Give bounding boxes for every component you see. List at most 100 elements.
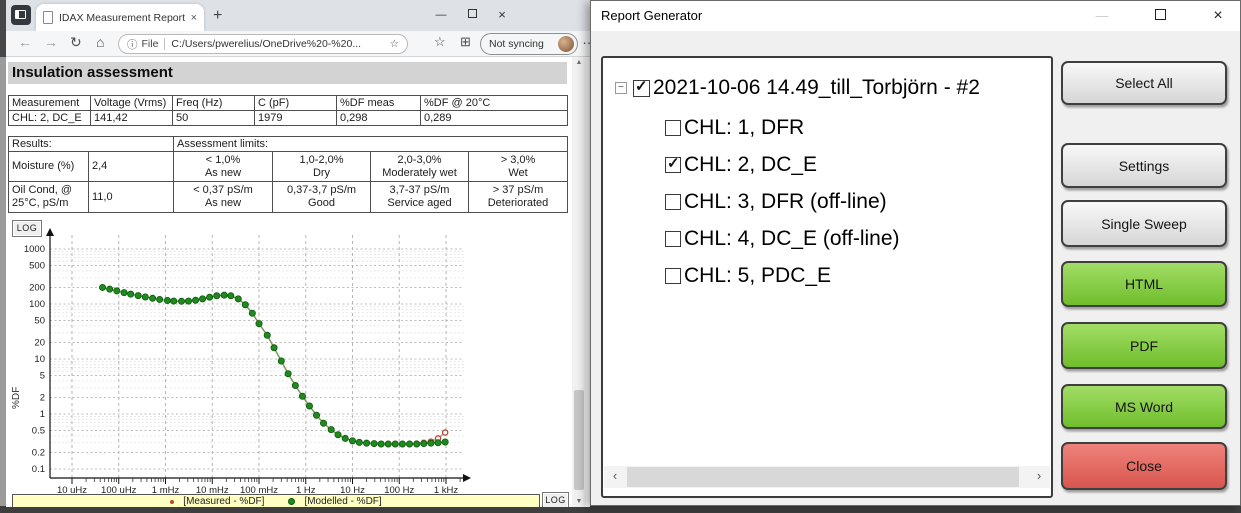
rg-close-button[interactable]: × <box>1207 6 1229 26</box>
collections-icon[interactable]: ⊞ <box>460 34 471 50</box>
browser-tab[interactable]: IDAX Measurement Report × <box>36 4 204 31</box>
tree-item-label: CHL: 5, PDC_E <box>684 264 831 288</box>
modelled-point <box>214 293 220 299</box>
rg-minimize-button[interactable]: — <box>1091 6 1113 26</box>
rg-maximize-button[interactable] <box>1149 6 1171 26</box>
address-bar[interactable]: ⓘ File C:/Users/pwerelius/OneDrive%20-%2… <box>118 34 408 54</box>
results-table: Results: Assessment limits: Moisture (%)… <box>8 136 568 213</box>
modelled-point <box>385 441 391 447</box>
hscrollbar-thumb[interactable] <box>627 467 1019 487</box>
cell-voltage: 141,42 <box>91 111 173 126</box>
tree-item-chl-3[interactable]: CHL: 3, DFR (off-line) <box>665 187 1053 217</box>
ms-word-export-button[interactable]: MS Word <box>1061 384 1227 429</box>
tree-item-label: CHL: 2, DC_E <box>684 153 817 177</box>
y-tick-label: 5 <box>40 371 45 382</box>
back-icon[interactable]: ← <box>18 34 32 50</box>
pdf-export-button[interactable]: PDF <box>1061 322 1227 369</box>
settings-button[interactable]: Settings <box>1061 143 1227 188</box>
modelled-point <box>328 427 334 433</box>
cell-freq: 50 <box>173 111 255 126</box>
scroll-up-icon[interactable]: ▲ <box>572 59 586 66</box>
browser-scrollbar[interactable]: ▲ ▼ <box>572 57 586 507</box>
limits-label: Assessment limits: <box>174 137 568 152</box>
browser-window: IDAX Measurement Report × + — × ← → ↻ ⌂ … <box>6 0 590 507</box>
tree-item-chl-4[interactable]: CHL: 4, DC_E (off-line) <box>665 224 1053 254</box>
modelled-point <box>306 403 312 409</box>
table-header-row: Results: Assessment limits: <box>9 137 568 152</box>
tree-item-checkbox[interactable] <box>665 120 681 136</box>
table-row: CHL: 2, DC_E 141,42 50 1979 0,298 0,289 <box>9 111 568 126</box>
tree-item-chl-2[interactable]: CHL: 2, DC_E <box>665 150 1053 180</box>
col-header: %DF meas <box>337 96 421 111</box>
add-favorite-star-icon[interactable]: ☆ <box>390 38 399 50</box>
measured-legend-label: [Measured - %DF] <box>183 496 264 507</box>
close-button[interactable]: Close <box>1061 442 1227 490</box>
modelled-point <box>171 298 177 304</box>
tree-item-checkbox[interactable] <box>665 268 681 284</box>
modelled-series-line <box>103 287 446 444</box>
html-export-button[interactable]: HTML <box>1061 261 1227 307</box>
modelled-legend-label: [Modelled - %DF] <box>304 496 381 507</box>
scroll-down-icon[interactable]: ▼ <box>572 498 586 505</box>
modelled-point <box>406 441 412 447</box>
measurement-tree[interactable]: − 2021-10-06 14.49_till_Torbjörn - #2 CH… <box>601 56 1053 498</box>
select-all-button[interactable]: Select All <box>1061 61 1227 105</box>
y-tick-label: 200 <box>29 282 45 293</box>
cell-capacitance: 1979 <box>255 111 337 126</box>
tree-horizontal-scrollbar[interactable]: ‹ › <box>604 466 1050 488</box>
favorites-hub-icon[interactable]: ☆ <box>434 34 446 50</box>
forward-icon[interactable]: → <box>44 34 58 50</box>
refresh-icon[interactable]: ↻ <box>70 34 82 51</box>
vertical-tabs-icon <box>15 10 26 19</box>
limit-cell: 0,37-3,7 pS/mGood <box>273 182 371 213</box>
log-scale-button-x[interactable]: LOG <box>542 492 569 507</box>
modelled-point <box>428 440 434 446</box>
limit-cell: > 3,0%Wet <box>469 152 568 182</box>
result-name: Oil Cond, @ 25°C, pS/m <box>9 182 89 213</box>
y-tick-label: 2 <box>40 392 45 403</box>
scroll-right-icon[interactable]: › <box>1028 466 1050 488</box>
address-url-text: C:/Users/pwerelius/OneDrive%20-%20... <box>171 38 385 50</box>
measured-point <box>443 430 448 435</box>
tree-item-chl-1[interactable]: CHL: 1, DFR <box>665 113 1053 143</box>
modelled-point <box>99 284 105 290</box>
result-value: 2,4 <box>89 152 174 182</box>
tab-actions-button[interactable] <box>11 5 31 25</box>
maximize-icon <box>468 9 477 18</box>
modelled-point <box>157 296 163 302</box>
table-header-row: Measurement Voltage (Vrms) Freq (Hz) C (… <box>9 96 568 111</box>
collapse-icon[interactable]: − <box>615 82 627 94</box>
tree-item-checkbox[interactable] <box>665 194 681 210</box>
tree-item-checkbox[interactable] <box>665 231 681 247</box>
y-tick-label: 10 <box>34 354 45 365</box>
tree-root-item[interactable]: − 2021-10-06 14.49_till_Torbjörn - #2 <box>615 72 1053 104</box>
y-tick-label: 0.5 <box>32 426 45 437</box>
modelled-point <box>107 286 113 292</box>
browser-maximize-button[interactable] <box>462 6 482 24</box>
y-tick-label: 500 <box>29 261 45 272</box>
modelled-point <box>371 440 377 446</box>
scrollbar-thumb[interactable] <box>574 390 584 490</box>
browser-close-button[interactable]: × <box>492 6 512 24</box>
single-sweep-button[interactable]: Single Sweep <box>1061 200 1227 247</box>
home-icon[interactable]: ⌂ <box>96 34 104 50</box>
tree-item-checkbox[interactable] <box>665 157 681 173</box>
modelled-point <box>264 332 270 338</box>
tree-item-chl-5[interactable]: CHL: 5, PDC_E <box>665 261 1053 291</box>
modelled-point <box>421 440 427 446</box>
tree-root-checkbox[interactable] <box>633 80 650 97</box>
y-tick-label: 1000 <box>24 244 45 255</box>
modelled-point <box>114 288 120 294</box>
limit-cell: > 37 pS/mDeteriorated <box>469 182 568 213</box>
sync-status-button[interactable]: Not syncing <box>480 33 578 55</box>
sync-status-text: Not syncing <box>489 38 544 50</box>
modelled-point <box>342 435 348 441</box>
modelled-point <box>271 345 277 351</box>
cell-measurement: CHL: 2, DC_E <box>9 111 91 126</box>
page-info-icon[interactable]: ⓘ <box>127 37 138 52</box>
new-tab-button[interactable]: + <box>213 7 222 25</box>
tab-close-icon[interactable]: × <box>191 12 197 24</box>
scroll-left-icon[interactable]: ‹ <box>604 466 626 488</box>
modelled-legend-marker-icon <box>288 498 295 505</box>
browser-minimize-button[interactable]: — <box>431 6 451 24</box>
